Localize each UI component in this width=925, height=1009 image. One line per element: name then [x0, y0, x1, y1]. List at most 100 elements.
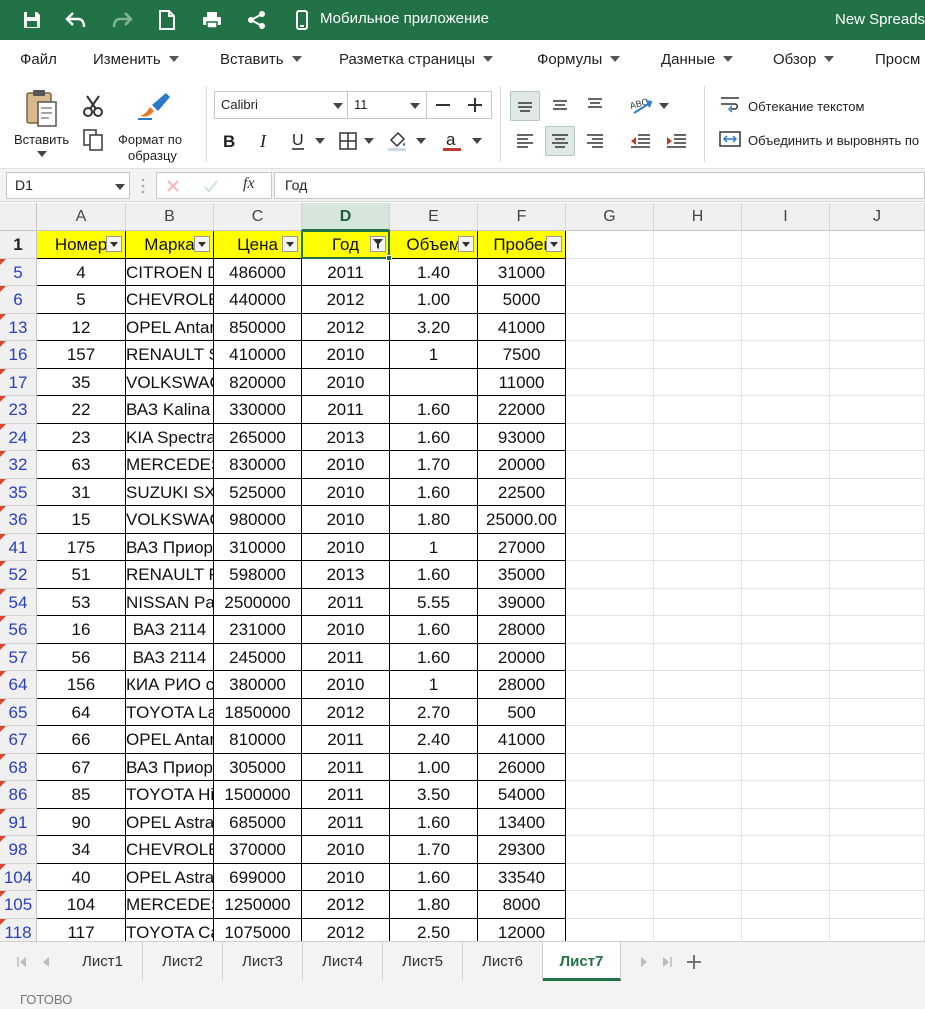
data-cell[interactable]: 330000: [214, 396, 302, 424]
row-header[interactable]: 68: [0, 753, 37, 781]
data-cell[interactable]: 2010: [302, 341, 390, 369]
font-name-select[interactable]: Calibri: [214, 91, 348, 119]
empty-cell[interactable]: [742, 918, 830, 941]
chevron-down-icon[interactable]: [333, 103, 343, 109]
data-cell[interactable]: ВАЗ Kalina Sport: [126, 396, 214, 424]
empty-cell[interactable]: [742, 286, 830, 314]
sheet-tab[interactable]: Лист6: [463, 942, 543, 981]
first-sheet-icon[interactable]: [16, 955, 28, 969]
data-cell[interactable]: 1.40: [390, 258, 478, 286]
header-cell[interactable]: Пробег: [478, 231, 566, 259]
data-cell[interactable]: 2011: [302, 588, 390, 616]
empty-cell[interactable]: [566, 863, 654, 891]
empty-cell[interactable]: [566, 368, 654, 396]
empty-cell[interactable]: [830, 671, 925, 699]
data-cell[interactable]: 35: [37, 368, 126, 396]
data-cell[interactable]: 486000: [214, 258, 302, 286]
empty-cell[interactable]: [742, 396, 830, 424]
data-cell[interactable]: 1.60: [390, 396, 478, 424]
empty-cell[interactable]: [742, 726, 830, 754]
empty-cell[interactable]: [566, 616, 654, 644]
row-header[interactable]: 36: [0, 506, 37, 534]
new-document-icon[interactable]: [153, 6, 181, 34]
mobile-icon[interactable]: [288, 6, 316, 34]
fill-color-icon[interactable]: [382, 126, 412, 156]
data-cell[interactable]: 2010: [302, 836, 390, 864]
data-cell[interactable]: NISSAN Patrol: [126, 588, 214, 616]
function-icon[interactable]: fx: [243, 175, 255, 193]
data-cell[interactable]: 5: [37, 286, 126, 314]
data-cell[interactable]: 22000: [478, 396, 566, 424]
data-cell[interactable]: 2010: [302, 616, 390, 644]
header-cell[interactable]: Марка: [126, 231, 214, 259]
data-cell[interactable]: 2011: [302, 396, 390, 424]
filter-dropdown-icon[interactable]: [194, 236, 210, 252]
data-cell[interactable]: 1.00: [390, 753, 478, 781]
data-cell[interactable]: OPEL Antara: [126, 313, 214, 341]
empty-cell[interactable]: [654, 423, 742, 451]
empty-cell[interactable]: [654, 368, 742, 396]
empty-cell[interactable]: [742, 863, 830, 891]
align-center-icon[interactable]: [545, 126, 575, 156]
data-cell[interactable]: 685000: [214, 808, 302, 836]
data-cell[interactable]: 63: [37, 451, 126, 479]
header-cell[interactable]: Объем: [390, 231, 478, 259]
row-header[interactable]: 65: [0, 698, 37, 726]
empty-cell[interactable]: [742, 891, 830, 919]
data-cell[interactable]: TOYOTA Land Cruiser: [126, 698, 214, 726]
paste-icon[interactable]: [24, 88, 60, 128]
undo-icon[interactable]: [62, 6, 90, 34]
chevron-down-icon[interactable]: [364, 138, 374, 144]
empty-cell[interactable]: [830, 753, 925, 781]
data-cell[interactable]: КИА РИО седан: [126, 671, 214, 699]
data-cell[interactable]: 25000.00: [478, 506, 566, 534]
column-header-i[interactable]: I: [742, 203, 830, 231]
data-cell[interactable]: 23: [37, 423, 126, 451]
data-cell[interactable]: TOYOTA Camry: [126, 918, 214, 941]
data-cell[interactable]: 2011: [302, 258, 390, 286]
empty-cell[interactable]: [742, 643, 830, 671]
next-sheet-icon[interactable]: [638, 955, 650, 969]
data-cell[interactable]: ВАЗ Приора: [126, 533, 214, 561]
empty-cell[interactable]: [830, 891, 925, 919]
bold-button[interactable]: B: [214, 126, 244, 156]
data-cell[interactable]: 2.70: [390, 698, 478, 726]
empty-cell[interactable]: [566, 918, 654, 941]
data-cell[interactable]: 104: [37, 891, 126, 919]
name-box[interactable]: D1: [6, 172, 130, 199]
sheet-tab[interactable]: Лист4: [303, 942, 383, 981]
empty-cell[interactable]: [566, 808, 654, 836]
empty-cell[interactable]: [830, 258, 925, 286]
data-cell[interactable]: 28000: [478, 671, 566, 699]
data-cell[interactable]: 93000: [478, 423, 566, 451]
drag-handle-icon[interactable]: [141, 177, 145, 195]
column-header-a[interactable]: A: [37, 203, 126, 231]
data-cell[interactable]: 1: [390, 341, 478, 369]
data-cell[interactable]: 54000: [478, 781, 566, 809]
empty-cell[interactable]: [566, 478, 654, 506]
empty-cell[interactable]: [654, 698, 742, 726]
data-cell[interactable]: 265000: [214, 423, 302, 451]
data-cell[interactable]: 1.80: [390, 891, 478, 919]
underline-button[interactable]: U: [283, 126, 313, 156]
empty-cell[interactable]: [654, 726, 742, 754]
data-cell[interactable]: TOYOTA Highlander: [126, 781, 214, 809]
empty-cell[interactable]: [654, 836, 742, 864]
data-cell[interactable]: 2011: [302, 726, 390, 754]
row-header[interactable]: 98: [0, 836, 37, 864]
increase-indent-icon[interactable]: [661, 126, 691, 156]
data-cell[interactable]: 2011: [302, 753, 390, 781]
empty-cell[interactable]: [654, 616, 742, 644]
row-header[interactable]: 6: [0, 286, 37, 314]
data-cell[interactable]: 41000: [478, 726, 566, 754]
data-cell[interactable]: 810000: [214, 726, 302, 754]
data-cell[interactable]: 27000: [478, 533, 566, 561]
data-cell[interactable]: 13400: [478, 808, 566, 836]
data-cell[interactable]: 4: [37, 258, 126, 286]
column-header-d[interactable]: D: [302, 203, 390, 231]
print-icon[interactable]: [198, 6, 226, 34]
data-cell[interactable]: 1.60: [390, 561, 478, 589]
empty-cell[interactable]: [830, 286, 925, 314]
empty-cell[interactable]: [830, 561, 925, 589]
empty-cell[interactable]: [654, 643, 742, 671]
